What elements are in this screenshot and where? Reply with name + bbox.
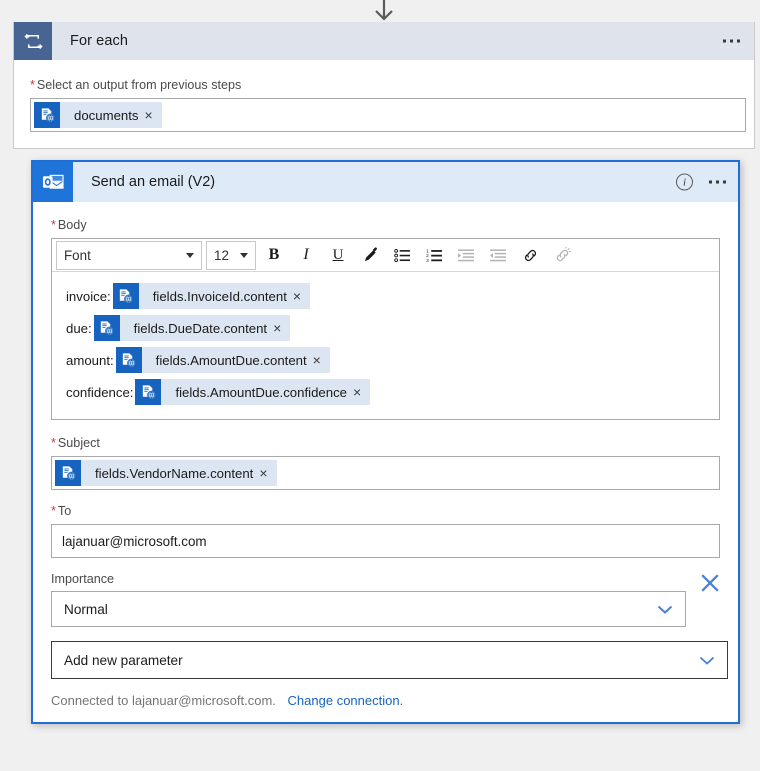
highlight-pen-icon[interactable]	[355, 241, 385, 270]
svg-text:3: 3	[426, 258, 429, 263]
required-marker: *	[51, 504, 56, 519]
italic-icon[interactable]: I	[291, 241, 321, 270]
select-output-label-text: Select an output from previous steps	[36, 78, 242, 92]
send-email-menu-ellipsis-icon[interactable]	[709, 180, 726, 184]
form-recognizer-token-icon	[55, 460, 81, 487]
to-label: * To	[51, 504, 720, 519]
font-family-value: Font	[64, 247, 91, 263]
subject-label: * Subject	[51, 436, 720, 451]
numbered-list-icon[interactable]: 1 2 3	[419, 241, 449, 270]
required-marker: *	[51, 436, 56, 451]
token-remove-icon[interactable]: ×	[273, 321, 290, 335]
add-new-parameter-dropdown[interactable]: Add new parameter	[51, 641, 728, 680]
token-label: documents	[74, 107, 139, 123]
font-family-select[interactable]: Font	[56, 240, 202, 270]
body-line: invoice: fields.InvoiceId.content ×	[66, 281, 709, 311]
token-amount-due-content[interactable]: fields.AmountDue.content ×	[115, 347, 330, 374]
bulleted-list-icon[interactable]	[387, 241, 417, 270]
loop-repeat-icon	[14, 22, 52, 60]
underline-icon[interactable]: U	[323, 241, 353, 270]
token-remove-icon[interactable]: ×	[259, 466, 276, 480]
font-size-value: 12	[214, 247, 229, 263]
insert-link-icon[interactable]	[515, 241, 545, 270]
change-connection-link[interactable]: Change connection.	[288, 693, 404, 708]
token-label: fields.DueDate.content	[133, 320, 268, 336]
connection-text: Connected to lajanuar@microsoft.com.	[51, 693, 276, 709]
select-output-label: * Select an output from previous steps	[30, 78, 738, 93]
subject-input[interactable]: fields.VendorName.content ×	[51, 456, 720, 491]
chevron-down-icon	[240, 252, 248, 258]
to-label-text: To	[57, 504, 72, 519]
token-label: fields.AmountDue.content	[155, 352, 307, 368]
token-vendor-name[interactable]: fields.VendorName.content ×	[55, 460, 277, 487]
chevron-down-icon	[186, 252, 194, 258]
for-each-body: * Select an output from previous steps d…	[14, 60, 754, 149]
send-email-header[interactable]: Send an email (V2) i	[33, 162, 738, 202]
chevron-down-icon	[699, 656, 715, 665]
token-label: fields.VendorName.content	[95, 465, 254, 481]
for-each-title: For each	[70, 33, 129, 49]
increase-indent-icon[interactable]	[483, 241, 513, 270]
body-line-label: invoice:	[66, 288, 111, 304]
token-label: fields.AmountDue.confidence	[175, 384, 347, 400]
select-output-input[interactable]: documents ×	[30, 98, 746, 133]
form-recognizer-token-icon	[112, 283, 139, 310]
for-each-header[interactable]: For each	[14, 22, 754, 60]
send-email-card: Send an email (V2) i * Body Font 12 B I …	[31, 160, 740, 725]
send-email-header-actions: i	[676, 173, 726, 191]
importance-value: Normal	[64, 601, 108, 617]
importance-dropdown[interactable]: Normal	[51, 591, 686, 628]
to-input[interactable]: lajanuar@microsoft.com	[51, 524, 720, 559]
token-due-date[interactable]: fields.DueDate.content ×	[93, 315, 291, 342]
importance-label: Importance	[51, 572, 114, 587]
add-new-parameter-label: Add new parameter	[64, 652, 183, 668]
arrow-down-icon	[375, 0, 393, 21]
subject-label-text: Subject	[57, 436, 100, 451]
connection-status: Connected to lajanuar@microsoft.com. Cha…	[51, 693, 720, 708]
form-recognizer-token-icon	[135, 379, 162, 406]
token-label: fields.InvoiceId.content	[152, 288, 287, 304]
form-recognizer-token-icon	[34, 102, 60, 129]
bold-icon[interactable]: B	[259, 241, 289, 270]
for-each-card: For each * Select an output from previou…	[13, 22, 755, 150]
font-size-select[interactable]: 12	[206, 240, 256, 270]
body-rich-text-editor: Font 12 B I U 1 2 3 invoice: fields.Invo…	[51, 238, 720, 421]
token-remove-icon[interactable]: ×	[313, 353, 330, 367]
importance-row: Importance Normal	[51, 572, 720, 628]
body-line: confidence: fields.AmountDue.confidence …	[66, 377, 709, 407]
send-email-body: * Body Font 12 B I U 1 2 3 invoice: fiel…	[33, 202, 738, 722]
token-invoice-id[interactable]: fields.InvoiceId.content ×	[112, 283, 311, 310]
body-line-label: amount:	[66, 352, 114, 368]
decrease-indent-icon[interactable]	[451, 241, 481, 270]
for-each-menu-ellipsis-icon[interactable]	[723, 39, 740, 43]
body-label: * Body	[51, 218, 720, 233]
remove-link-icon[interactable]	[547, 241, 577, 270]
required-marker: *	[51, 218, 56, 232]
outlook-icon	[33, 162, 73, 202]
form-recognizer-token-icon	[115, 347, 142, 374]
token-remove-icon[interactable]: ×	[145, 108, 162, 122]
send-email-title: Send an email (V2)	[91, 174, 216, 190]
form-recognizer-token-icon	[93, 315, 120, 342]
body-line: due: fields.DueDate.content ×	[66, 313, 709, 343]
body-content-area[interactable]: invoice: fields.InvoiceId.content × due:…	[52, 272, 719, 419]
info-icon[interactable]: i	[676, 173, 693, 191]
required-marker: *	[30, 78, 35, 92]
chevron-down-icon	[657, 605, 673, 614]
token-documents[interactable]: documents ×	[34, 102, 162, 129]
token-remove-icon[interactable]: ×	[293, 289, 310, 303]
body-line-label: confidence:	[66, 384, 134, 400]
token-amount-due-confidence[interactable]: fields.AmountDue.confidence ×	[135, 379, 371, 406]
close-x-icon[interactable]	[700, 573, 720, 593]
body-line-label: due:	[66, 320, 92, 336]
body-label-text: Body	[57, 218, 87, 232]
token-remove-icon[interactable]: ×	[353, 385, 370, 399]
rich-text-toolbar: Font 12 B I U 1 2 3	[52, 239, 719, 273]
flow-connector	[0, 0, 760, 22]
body-line: amount: fields.AmountDue.content ×	[66, 345, 709, 375]
